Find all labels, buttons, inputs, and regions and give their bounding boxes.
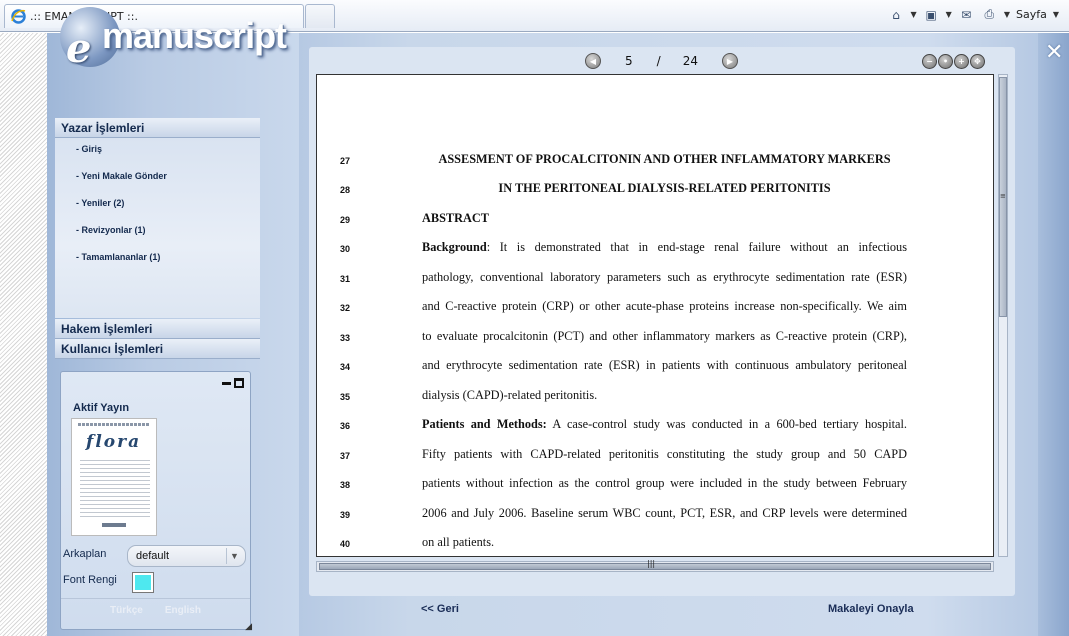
total-pages: 24 [682,54,698,68]
menu-item-new-article[interactable]: - Yeni Makale Gönder [76,171,167,181]
grip-icon: ≡ [1000,192,1006,200]
manuscript-line: Background: It is demonstrated that in e… [422,240,907,255]
mail-icon[interactable]: ✉ [958,6,975,23]
background-select-value: default [136,550,170,562]
current-page: 5 [625,54,633,68]
previous-page-icon[interactable]: ◀ [585,53,601,69]
background-select[interactable]: default ▼ [127,545,246,567]
active-publication-title: Aktif Yayın [73,402,130,414]
right-strip [1038,33,1069,636]
zoom-controls: − • + ✥ [922,54,985,69]
lang-english[interactable]: English [165,605,201,626]
section-reviewer-operations[interactable]: Hakem İşlemleri [55,319,260,339]
emanuscript-logo: e manuscript [52,5,287,75]
manuscript-line: dialysis (CAPD)-related peritonitis. [422,388,598,402]
line-number: 38 [340,480,351,490]
logo-letter: e [66,25,92,72]
menu-item-revisions[interactable]: - Revizyonlar (1) [76,225,146,235]
background-lead: Background [422,240,487,254]
manuscript-line: and C-reactive protein (CRP) or other ac… [422,299,907,313]
page-menu-button[interactable]: Sayfa [1016,8,1047,21]
font-color-picker[interactable] [132,572,154,593]
cover-header-text [78,423,150,426]
line-number: 31 [340,274,351,284]
line-number: 28 [340,185,351,195]
logo-word: manuscript [102,15,287,56]
page-separator: / [656,54,661,68]
approve-article-link[interactable]: Makaleyi Onayla [828,603,914,615]
lang-turkish[interactable]: Türkçe [110,605,143,626]
print-dropdown-icon[interactable]: ▼ [1004,10,1010,19]
line-number: 36 [340,421,351,431]
home-dropdown-icon[interactable]: ▼ [911,10,917,19]
ie-icon [11,9,26,24]
fullscreen-icon[interactable]: ✥ [970,54,985,69]
line-number: 34 [340,362,351,372]
grip-icon: ||| [647,559,656,568]
line-number: 27 [340,156,351,166]
menu-item-login[interactable]: - Giriş [76,144,102,154]
menu-item-completed[interactable]: - Tamamlananlar (1) [76,252,160,262]
manuscript-title-line: ASSESMENT OF PROCALCITONIN AND OTHER INF… [438,152,891,166]
methods-lead: Patients and Methods: [422,417,547,431]
line-number: 32 [340,303,351,313]
fit-page-icon[interactable]: • [938,54,953,69]
line-number: 33 [340,333,351,343]
print-icon[interactable]: ⎙ [981,6,998,23]
manuscript-line: on all patients. [422,535,495,549]
new-tab-button[interactable] [305,4,335,28]
page-menu-dropdown-icon[interactable]: ▼ [1053,10,1059,19]
manuscript-line: to evaluate procalcitonin (PCT) and othe… [422,329,907,343]
manuscript-line: Patients and Methods: A case-control stu… [422,417,907,432]
zoom-out-icon[interactable]: − [922,54,937,69]
horizontal-scrollbar[interactable]: ||| [316,559,994,572]
zoom-in-icon[interactable]: + [954,54,969,69]
rss-feed-icon[interactable]: ▣ [923,6,940,23]
cover-contents [80,457,150,519]
page-margin [0,33,47,636]
manuscript-line: and erythrocyte sedimentation rate (ESR)… [422,358,907,372]
line-number: 40 [340,539,351,549]
menu-item-new[interactable]: - Yeniler (2) [76,198,124,208]
manuscript-line: Fifty patients with CAPD-related periton… [422,447,907,461]
close-icon[interactable]: ✕ [1045,40,1063,65]
vertical-scrollbar[interactable]: ≡ [998,74,1008,557]
font-color-swatch [135,575,151,590]
manuscript-line: patients without infection as the contro… [422,476,907,490]
author-menu: - Giriş - Yeni Makale Gönder - Yeniler (… [55,138,260,318]
manuscript-line-text: A case-control study was conducted in a … [546,417,907,431]
manuscript-page: 27 ASSESMENT OF PROCALCITONIN AND OTHER … [316,74,994,557]
line-number: 30 [340,244,351,254]
journal-logo: flora [86,432,142,452]
line-number: 37 [340,451,351,461]
line-number: 35 [340,392,351,402]
command-bar: ⌂ ▼ ▣ ▼ ✉ ⎙ ▼ Sayfa ▼ [888,6,1059,23]
manuscript-line: 2006 and July 2006. Baseline serum WBC c… [422,506,907,520]
maximize-icon[interactable] [234,378,244,388]
settings-panel: Aktif Yayın flora Arkaplan default ▼ Fon… [60,371,252,632]
panel-controls [222,378,244,388]
cover-footer [102,523,126,527]
manuscript-line-text: : It is demonstrated that in end-stage r… [486,240,907,254]
section-author-operations[interactable]: Yazar İşlemleri [55,118,260,138]
line-number: 29 [340,215,351,225]
chevron-down-icon[interactable]: ▼ [226,548,242,564]
journal-cover[interactable]: flora [71,418,157,536]
feed-dropdown-icon[interactable]: ▼ [946,10,952,19]
resize-grip-icon[interactable]: ◢ [245,622,252,632]
minimize-icon[interactable] [222,381,231,385]
back-link[interactable]: << Geri [421,603,459,615]
font-color-label: Font Rengi [63,574,117,586]
page-navigator: ◀ 5 / 24 ▶ [585,53,738,69]
manuscript-title-line: IN THE PERITONEAL DIALYSIS-RELATED PERIT… [498,181,831,195]
language-switcher: Türkçe English [61,598,250,626]
abstract-heading: ABSTRACT [422,211,489,225]
manuscript-line: pathology, conventional laboratory param… [422,270,907,284]
home-icon[interactable]: ⌂ [888,6,905,23]
background-label: Arkaplan [63,548,107,560]
next-page-icon[interactable]: ▶ [721,53,738,69]
section-user-operations[interactable]: Kullanıcı İşlemleri [55,339,260,359]
line-number: 39 [340,510,351,520]
